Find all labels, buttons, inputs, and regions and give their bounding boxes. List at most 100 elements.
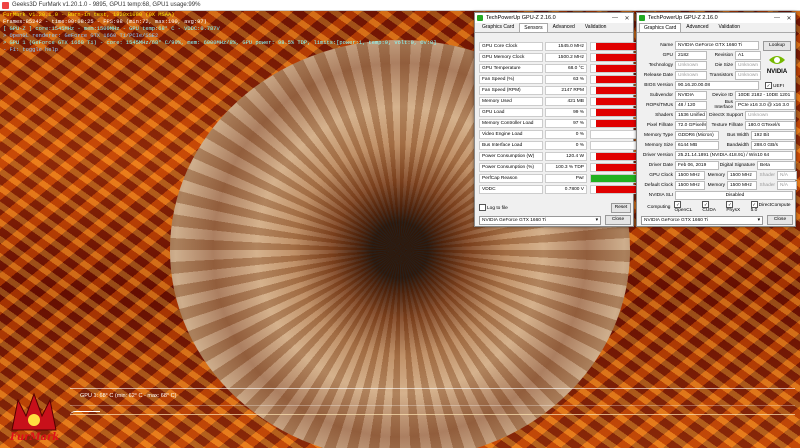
- uefi-label: UEFI: [773, 83, 784, 89]
- technology-label: Technology: [648, 62, 673, 68]
- card-gpu-select[interactable]: NVIDIA GeForce GTX 1660 Ti ▾: [641, 216, 763, 225]
- bus-width-value: 192 Bit: [751, 130, 795, 140]
- bus-interface-label: Bus Interface: [714, 100, 733, 110]
- computing-opencl: ✓OpenCL: [674, 201, 698, 213]
- sensor-value: 1500.2 MHz: [545, 52, 587, 62]
- sensor-row: Memory Controller Load 97 %: [479, 118, 640, 128]
- driver-version-value: 25.21.14.1891 (NVIDIA 418.91) / Win10 64: [675, 150, 793, 160]
- nvidia-logo-text: NVIDIA: [766, 69, 788, 75]
- log-to-file-option[interactable]: Log to file: [479, 204, 508, 211]
- sensor-label[interactable]: Memory Used: [479, 96, 543, 106]
- card-tabs: Graphics Card Advanced Validation: [637, 23, 795, 33]
- bus-interface-value: PCIe x16 3.0 @ x16 3.0: [735, 100, 795, 110]
- sensors-gpu-select[interactable]: NVIDIA GeForce GTX 1660 Ti ▾: [479, 216, 601, 225]
- tab-advanced[interactable]: Advanced: [681, 22, 713, 32]
- gpu-row: GPU 2182 Revision A1: [639, 50, 761, 60]
- default-clock-row: Default Clock 1500 MHz Memory 1500 MHz S…: [639, 180, 797, 190]
- driver-version-label: Driver Version: [642, 152, 673, 158]
- computing-label: Computing: [647, 204, 671, 210]
- sensor-value: 0 %: [545, 129, 587, 139]
- sensor-label[interactable]: VDDC: [479, 184, 543, 194]
- die-size-label: Die Size: [715, 62, 733, 68]
- sensors-close-button[interactable]: Close: [605, 215, 631, 225]
- sensor-label[interactable]: Fan Speed (%): [479, 74, 543, 84]
- sensor-label[interactable]: GPU Core Clock: [479, 41, 543, 51]
- sensor-graph: [590, 118, 640, 128]
- tab-graphics-card[interactable]: Graphics Card: [477, 22, 519, 32]
- memory-clock-value: 1500 MHz: [727, 170, 757, 180]
- sensor-label[interactable]: GPU Load: [479, 107, 543, 117]
- sensor-graph: [590, 85, 640, 95]
- reset-button[interactable]: Reset: [611, 203, 631, 213]
- gpu-value: 2182: [675, 50, 707, 60]
- gpuz-sensors-window: TechPowerUp GPU-Z 2.16.0 — ✕ Graphics Ca…: [474, 12, 640, 227]
- gpuz-app-icon: [477, 15, 483, 21]
- tab-validation[interactable]: Validation: [713, 22, 745, 32]
- card-window-title: TechPowerUp GPU-Z 2.16.0: [648, 15, 718, 21]
- bios-row: BIOS Version 90.16.20.00.08 ✓ UEFI: [639, 80, 784, 90]
- name-value: NVIDIA GeForce GTX 1660 Ti: [675, 40, 759, 50]
- sensor-label[interactable]: PerfCap Reason: [479, 173, 543, 183]
- sensor-graph: [590, 173, 640, 183]
- cuda-label: CUDA: [702, 208, 716, 213]
- digital-signature-label: Digital Signature: [719, 162, 755, 168]
- sensors-tabs: Graphics Card Sensors Advanced Validatio…: [475, 23, 633, 33]
- sensor-value: 0 %: [545, 140, 587, 150]
- memory-clock-label: Memory: [707, 172, 725, 178]
- minimize-icon[interactable]: —: [609, 15, 621, 21]
- lookup-button[interactable]: Lookup: [763, 41, 791, 51]
- sensor-label[interactable]: GPU Temperature: [479, 63, 543, 73]
- die-size-value: Unknown: [735, 60, 761, 70]
- tab-validation[interactable]: Validation: [580, 22, 612, 32]
- close-icon[interactable]: ✕: [783, 15, 795, 22]
- sensor-graph: [590, 184, 640, 194]
- tab-graphics-card[interactable]: Graphics Card: [639, 23, 682, 32]
- sensor-row: VDDC 0.7800 V: [479, 184, 640, 194]
- sensor-graph-fill: [595, 75, 639, 83]
- sensor-label[interactable]: Fan Speed (RPM): [479, 85, 543, 95]
- gpu-label: GPU: [662, 52, 673, 58]
- close-icon[interactable]: ✕: [621, 15, 633, 22]
- sensor-row: GPU Core Clock 1545.0 MHz: [479, 41, 640, 51]
- default-shader-label: Shader: [759, 182, 775, 188]
- revision-value: A1: [735, 50, 761, 60]
- uefi-checkbox: ✓: [765, 81, 772, 89]
- memory-type-value: GDDR6 (Micron): [675, 130, 719, 140]
- sensor-label[interactable]: GPU Memory Clock: [479, 52, 543, 62]
- sensor-graph-fill: [595, 86, 639, 94]
- opencl-label: OpenCL: [674, 208, 693, 213]
- minimize-icon[interactable]: —: [771, 15, 783, 21]
- subvendor-label: Subvendor: [649, 92, 673, 98]
- sensor-graph-fill: [595, 185, 639, 193]
- gpuz-card-window: TechPowerUp GPU-Z 2.16.0 — ✕ Graphics Ca…: [636, 12, 797, 227]
- sensors-window-title: TechPowerUp GPU-Z 2.16.0: [486, 15, 556, 21]
- sensor-row: GPU Memory Clock 1500.2 MHz: [479, 52, 640, 62]
- furmark-title: Geeks3D FurMark v1.20.1.0 - 9895, GPU1 t…: [12, 2, 201, 8]
- log-to-file-checkbox[interactable]: [479, 204, 486, 211]
- subvendor-value: NVIDIA: [675, 90, 707, 100]
- sli-row: NVIDIA SLI Disabled: [639, 190, 793, 200]
- card-gpu-select-value: NVIDIA GeForce GTX 1660 Ti: [644, 218, 708, 223]
- nvidia-logo: NVIDIA: [763, 53, 791, 79]
- hud-line: FurMark v1.20.1.0 - Burn-in test, 1920x1…: [3, 12, 175, 18]
- computing-directcompute: ✓ DirectCompute 5.0: [750, 201, 795, 213]
- sensor-graph-fill: [591, 174, 639, 182]
- driver-date-value: Feb 06, 2019: [675, 160, 719, 170]
- sensor-label[interactable]: Bus Interface Load: [479, 140, 543, 150]
- sensor-label[interactable]: Memory Controller Load: [479, 118, 543, 128]
- sensor-graph-fill: [595, 42, 639, 50]
- sensor-label[interactable]: Power Consumption (%): [479, 162, 543, 172]
- default-memory-label: Memory: [707, 182, 725, 188]
- tab-advanced[interactable]: Advanced: [548, 22, 580, 32]
- card-close-button[interactable]: Close: [767, 215, 793, 225]
- sensor-label[interactable]: Video Engine Load: [479, 129, 543, 139]
- sensor-label[interactable]: Power Consumption (W): [479, 151, 543, 161]
- pixel-fillrate-value: 72.0 GPixel/s: [675, 120, 707, 130]
- furmark-hud: FurMark v1.20.1.0 - Burn-in test, 1920x1…: [3, 12, 436, 54]
- tab-sensors[interactable]: Sensors: [519, 23, 548, 32]
- sensor-value: 100.3 % TDP: [545, 162, 587, 172]
- furmark-logo: FurMark: [4, 390, 64, 446]
- shader-clock-label: Shader: [759, 172, 775, 178]
- memory-size-label: Memory Size: [645, 142, 673, 148]
- hud-line: > GPU 1 (GeForce GTX 1660 Ti) - core: 15…: [3, 40, 437, 46]
